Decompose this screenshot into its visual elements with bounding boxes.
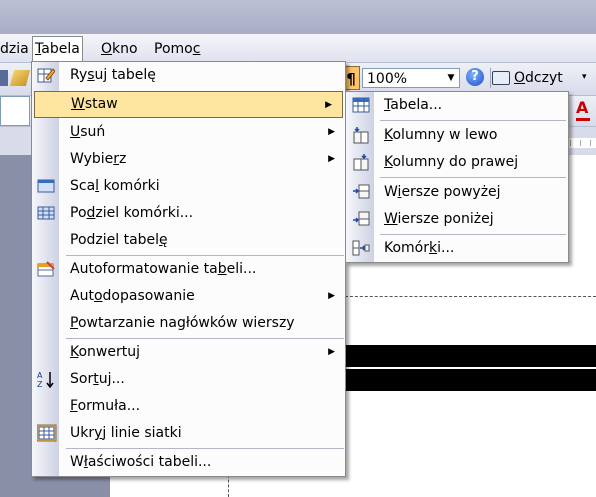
menu-item-label: Wybierz xyxy=(70,151,127,167)
menu-item-label: Rysuj tabelę xyxy=(70,67,156,83)
submenu-item-cells[interactable]: Komórki... xyxy=(346,235,568,262)
submenu-item-columns-right[interactable]: Kolumny do prawej xyxy=(346,149,568,176)
menu-item-label: Formuła... xyxy=(70,398,141,414)
submenu-item-label: Tabela... xyxy=(384,97,443,113)
insert-table-icon xyxy=(352,96,370,114)
menu-item-repeat-headers[interactable]: Powtarzanie nagłówków wierszy xyxy=(32,310,345,337)
tabela-menu: Rysuj tabelę Wstaw ▶ Usuń ▶ Wybierz ▶ Sc… xyxy=(31,61,346,477)
menu-item-label: Autoformatowanie tabeli... xyxy=(70,261,257,277)
insert-cells-icon xyxy=(352,239,370,257)
menu-item-convert[interactable]: Konwertuj ▶ xyxy=(32,339,345,366)
menu-item-select[interactable]: Wybierz ▶ xyxy=(32,146,345,173)
submenu-arrow-icon: ▶ xyxy=(328,154,335,164)
pencil-table-icon xyxy=(37,66,56,84)
svg-text:A: A xyxy=(37,371,43,380)
menu-item-label: Ukryj linie siatki xyxy=(70,425,182,441)
sort-az-icon: AZ xyxy=(37,370,55,389)
window-titlebar xyxy=(0,0,596,34)
submenu-arrow-icon: ▶ xyxy=(328,291,335,301)
selected-table-row[interactable] xyxy=(345,345,596,367)
submenu-item-rows-below[interactable]: Wiersze poniżej xyxy=(346,206,568,233)
font-color-bar xyxy=(576,118,590,121)
submenu-item-label: Wiersze poniżej xyxy=(384,211,494,227)
menu-item-draw-table[interactable]: Rysuj tabelę xyxy=(32,62,345,89)
insert-row-below-icon xyxy=(352,210,370,228)
book-icon xyxy=(492,71,510,85)
menu-item-sort[interactable]: AZ Sortuj... xyxy=(32,366,345,393)
submenu-item-label: Kolumny do prawej xyxy=(384,154,519,170)
menu-item-label: Podziel komórki... xyxy=(70,205,194,221)
reading-layout-button[interactable]: Odczyt xyxy=(492,66,578,90)
menu-okno[interactable]: Okno xyxy=(99,38,140,60)
insert-column-left-icon xyxy=(352,126,370,144)
submenu-arrow-icon: ▶ xyxy=(325,100,332,110)
menu-item-merge-cells[interactable]: Scal komórki xyxy=(32,173,345,200)
menu-item-formula[interactable]: Formuła... xyxy=(32,393,345,420)
toolbar-options-icon[interactable]: ▾ xyxy=(582,72,592,82)
menu-item-split-cells[interactable]: Podziel komórki... xyxy=(32,200,345,227)
chevron-down-icon[interactable]: ▼ xyxy=(444,70,458,86)
insert-column-right-icon xyxy=(352,153,370,171)
font-color-icon[interactable]: A xyxy=(576,98,588,117)
menu-item-label: Powtarzanie nagłówków wierszy xyxy=(70,315,295,331)
menu-item-label: Autodopasowanie xyxy=(70,288,195,304)
menu-narzedzia[interactable]: dzia xyxy=(0,38,31,60)
submenu-item-label: Komórki... xyxy=(384,240,455,256)
menu-item-autofit[interactable]: Autodopasowanie ▶ xyxy=(32,283,345,310)
submenu-arrow-icon: ▶ xyxy=(328,127,335,137)
menu-item-table-properties[interactable]: Właściwości tabeli... xyxy=(32,449,345,476)
menu-item-label: Właściwości tabeli... xyxy=(70,454,212,470)
submenu-item-label: Wiersze powyżej xyxy=(384,184,501,200)
help-icon[interactable]: ? xyxy=(466,68,484,86)
menu-separator xyxy=(380,120,566,121)
zoom-value: 100% xyxy=(367,71,408,87)
menu-item-hide-gridlines[interactable]: Ukryj linie siatki xyxy=(32,420,345,447)
menu-item-label: Sortuj... xyxy=(70,371,125,387)
gridlines-icon xyxy=(36,424,57,442)
menu-item-label: Usuń xyxy=(70,124,106,140)
submenu-arrow-icon: ▶ xyxy=(328,347,335,357)
menu-item-delete[interactable]: Usuń ▶ xyxy=(32,119,345,146)
submenu-item-table[interactable]: Tabela... xyxy=(346,92,568,119)
submenu-item-label: Kolumny w lewo xyxy=(384,127,498,143)
menu-item-label: Scal komórki xyxy=(70,178,160,194)
merge-cells-icon xyxy=(37,177,55,195)
toolbar-separator xyxy=(490,68,491,88)
menu-item-label: Konwertuj xyxy=(70,344,140,360)
toolbar-icon-partial[interactable] xyxy=(0,70,8,86)
menu-item-autoformat[interactable]: Autoformatowanie tabeli... xyxy=(32,256,345,283)
selected-table-row[interactable] xyxy=(345,369,596,391)
style-box-partial[interactable] xyxy=(0,96,30,126)
menu-item-label: Wstaw xyxy=(71,96,118,112)
submenu-item-columns-left[interactable]: Kolumny w lewo xyxy=(346,122,568,149)
submenu-item-rows-above[interactable]: Wiersze powyżej xyxy=(346,179,568,206)
autoformat-icon xyxy=(37,260,55,278)
menu-item-label: Podziel tabelę xyxy=(70,232,168,248)
menu-pomoc[interactable]: Pomoc xyxy=(152,38,202,60)
split-cells-icon xyxy=(37,204,55,222)
wstaw-submenu: Tabela... Kolumny w lewo Kolumny do praw… xyxy=(345,91,569,263)
zoom-combo[interactable]: 100% ▼ xyxy=(362,68,460,88)
menu-bar: dzia Tabela Okno Pomoc xyxy=(0,34,596,63)
menu-tabela[interactable]: Tabela xyxy=(32,36,83,63)
menu-item-split-table[interactable]: Podziel tabelę xyxy=(32,227,345,254)
svg-text:Z: Z xyxy=(37,380,43,388)
reading-label: Odczyt xyxy=(514,70,563,86)
table-gridline xyxy=(340,296,596,297)
menu-separator xyxy=(380,177,566,178)
menu-item-insert[interactable]: Wstaw ▶ xyxy=(34,91,343,118)
insert-row-above-icon xyxy=(352,183,370,201)
